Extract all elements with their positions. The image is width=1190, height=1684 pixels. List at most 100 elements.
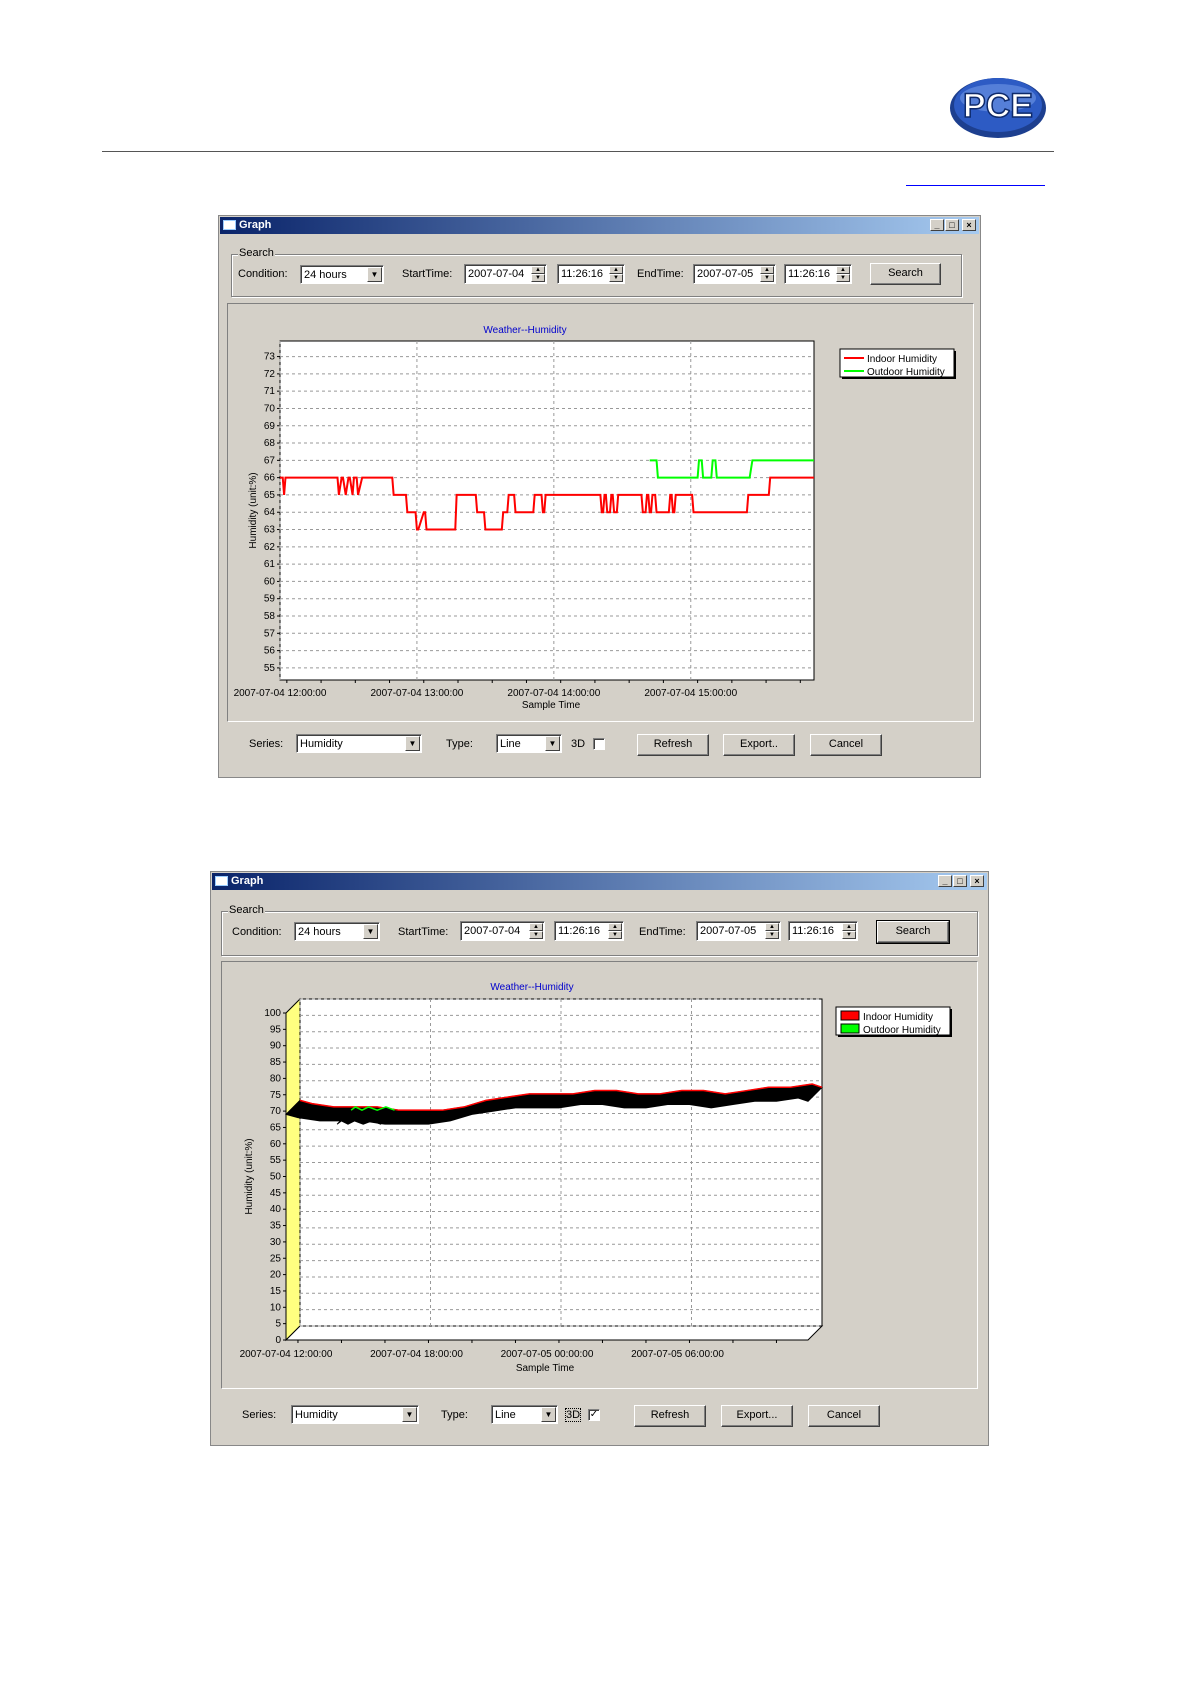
export-button[interactable]: Export.. <box>723 734 795 756</box>
window-title: Graph <box>239 219 272 231</box>
y-tick-label: 65 <box>270 1122 282 1133</box>
spin-up-icon[interactable]: ▲ <box>765 923 779 931</box>
type-label: Type: <box>441 1409 468 1421</box>
cancel-button[interactable]: Cancel <box>810 734 882 756</box>
end-time-field[interactable]: 11:26:16 ▲ ▼ <box>784 264 852 284</box>
chevron-down-icon[interactable]: ▼ <box>363 924 378 939</box>
threed-label: 3D <box>564 1408 582 1422</box>
y-tick-label: 90 <box>270 1041 282 1052</box>
spin-up-icon[interactable]: ▲ <box>529 923 543 931</box>
y-tick-label: 72 <box>264 369 276 380</box>
y-tick-label: 64 <box>264 507 276 518</box>
spin-up-icon[interactable]: ▲ <box>609 266 623 274</box>
minimize-icon[interactable]: _ <box>938 875 952 887</box>
y-tick-label: 5 <box>275 1319 281 1330</box>
spin-down-icon[interactable]: ▼ <box>531 274 545 282</box>
series-select[interactable]: Humidity ▼ <box>291 1405 419 1424</box>
spin-up-icon[interactable]: ▲ <box>836 266 850 274</box>
refresh-button[interactable]: Refresh <box>634 1405 706 1427</box>
chevron-down-icon[interactable]: ▼ <box>545 736 560 751</box>
type-select[interactable]: Line ▼ <box>496 734 562 753</box>
start-time-field[interactable]: 11:26:16 ▲ ▼ <box>557 264 625 284</box>
y-axis-label: Humidity (unit:%) <box>244 1138 255 1214</box>
chevron-down-icon[interactable]: ▼ <box>541 1407 556 1422</box>
chevron-down-icon[interactable]: ▼ <box>402 1407 417 1422</box>
y-tick-label: 69 <box>264 421 276 432</box>
spin-up-icon[interactable]: ▲ <box>760 266 774 274</box>
start-time-field[interactable]: 11:26:16 ▲ ▼ <box>554 921 624 941</box>
end-date-field[interactable]: 2007-07-05 ▲ ▼ <box>693 264 776 284</box>
y-tick-label: 56 <box>264 646 276 657</box>
series-select[interactable]: Humidity ▼ <box>296 734 422 753</box>
spin-down-icon[interactable]: ▼ <box>608 931 622 939</box>
y-tick-label: 80 <box>270 1073 282 1084</box>
threed-label: 3D <box>571 738 586 750</box>
graph-window-2d: Graph _ □ × Search Condition: 24 hours ▼… <box>218 215 981 778</box>
search-button[interactable]: Search <box>870 263 941 285</box>
refresh-button[interactable]: Refresh <box>637 734 709 756</box>
spin-down-icon[interactable]: ▼ <box>760 274 774 282</box>
type-label: Type: <box>446 738 473 750</box>
y-tick-label: 70 <box>264 403 276 414</box>
close-icon[interactable]: × <box>970 875 984 887</box>
humidity-chart-2d: Weather--Humidity 73 72 71 70 69 68 67 66 65 64 63 6… <box>234 325 956 711</box>
x-tick-label: 2007-07-04 12:00:00 <box>240 1349 333 1360</box>
x-tick-label: 2007-07-05 06:00:00 <box>631 1349 724 1360</box>
spin-up-icon[interactable]: ▲ <box>608 923 622 931</box>
search-group-label: Search <box>238 247 275 259</box>
x-tick-label: 2007-07-04 14:00:00 <box>507 688 600 699</box>
y-tick-label: 35 <box>270 1221 282 1232</box>
start-date-field[interactable]: 2007-07-04 ▲ ▼ <box>460 921 545 941</box>
condition-select[interactable]: 24 hours ▼ <box>294 922 380 941</box>
y-tick-label: 61 <box>264 559 276 570</box>
chevron-down-icon[interactable]: ▼ <box>405 736 420 751</box>
y-tick-label: 30 <box>270 1237 282 1248</box>
maximize-icon[interactable]: □ <box>945 219 959 231</box>
window-icon <box>215 876 228 886</box>
end-time-value: 11:26:16 <box>788 268 831 280</box>
start-date-value: 2007-07-04 <box>464 925 521 937</box>
legend-label: Outdoor Humidity <box>863 1025 941 1036</box>
spin-down-icon[interactable]: ▼ <box>836 274 850 282</box>
graph-window-3d: Graph _ □ × Search Condition: 24 hours ▼… <box>210 871 989 1446</box>
y-tick-label: 63 <box>264 525 276 536</box>
y-tick-label: 25 <box>270 1253 282 1264</box>
start-date-field[interactable]: 2007-07-04 ▲ ▼ <box>464 264 547 284</box>
cancel-button[interactable]: Cancel <box>808 1405 880 1427</box>
y-tick-label: 100 <box>264 1008 281 1019</box>
y-tick-label: 62 <box>264 542 276 553</box>
end-time-label: EndTime: <box>639 926 686 938</box>
export-button[interactable]: Export... <box>721 1405 793 1427</box>
type-select[interactable]: Line ▼ <box>491 1405 558 1424</box>
chart-3d-floor <box>284 1325 824 1341</box>
x-tick-label: 2007-07-05 00:00:00 <box>501 1349 594 1360</box>
condition-value: 24 hours <box>298 926 341 938</box>
threed-checkbox[interactable]: ✓ <box>588 1409 600 1421</box>
y-tick-label: 66 <box>264 473 276 484</box>
close-icon[interactable]: × <box>962 219 976 231</box>
chevron-down-icon[interactable]: ▼ <box>367 267 382 282</box>
y-tick-label: 65 <box>264 490 276 501</box>
condition-select[interactable]: 24 hours ▼ <box>300 265 384 284</box>
window-icon <box>223 220 236 230</box>
end-date-field[interactable]: 2007-07-05 ▲ ▼ <box>696 921 781 941</box>
chart-panel: Weather--Humidity 73 72 71 70 69 68 67 66 65 64 63 6… <box>227 303 974 722</box>
spin-down-icon[interactable]: ▼ <box>842 931 856 939</box>
start-date-value: 2007-07-04 <box>468 268 525 280</box>
minimize-icon[interactable]: _ <box>930 219 944 231</box>
spin-down-icon[interactable]: ▼ <box>609 274 623 282</box>
spin-down-icon[interactable]: ▼ <box>765 931 779 939</box>
spin-up-icon[interactable]: ▲ <box>531 266 545 274</box>
maximize-icon[interactable]: □ <box>953 875 967 887</box>
chart-3d-side-wall <box>285 997 301 1342</box>
search-button[interactable]: Search <box>876 920 950 944</box>
humidity-chart-3d: Weather--Humidity10095908580757065605550… <box>240 982 952 1374</box>
spin-up-icon[interactable]: ▲ <box>842 923 856 931</box>
title-bar[interactable]: Graph _ □ × <box>212 873 987 890</box>
title-bar[interactable]: Graph _ □ × <box>220 217 979 234</box>
threed-checkbox[interactable] <box>593 738 605 750</box>
end-time-field[interactable]: 11:26:16 ▲ ▼ <box>788 921 858 941</box>
legend-label: Outdoor Humidity <box>867 367 945 378</box>
y-tick-label: 10 <box>270 1302 282 1313</box>
spin-down-icon[interactable]: ▼ <box>529 931 543 939</box>
